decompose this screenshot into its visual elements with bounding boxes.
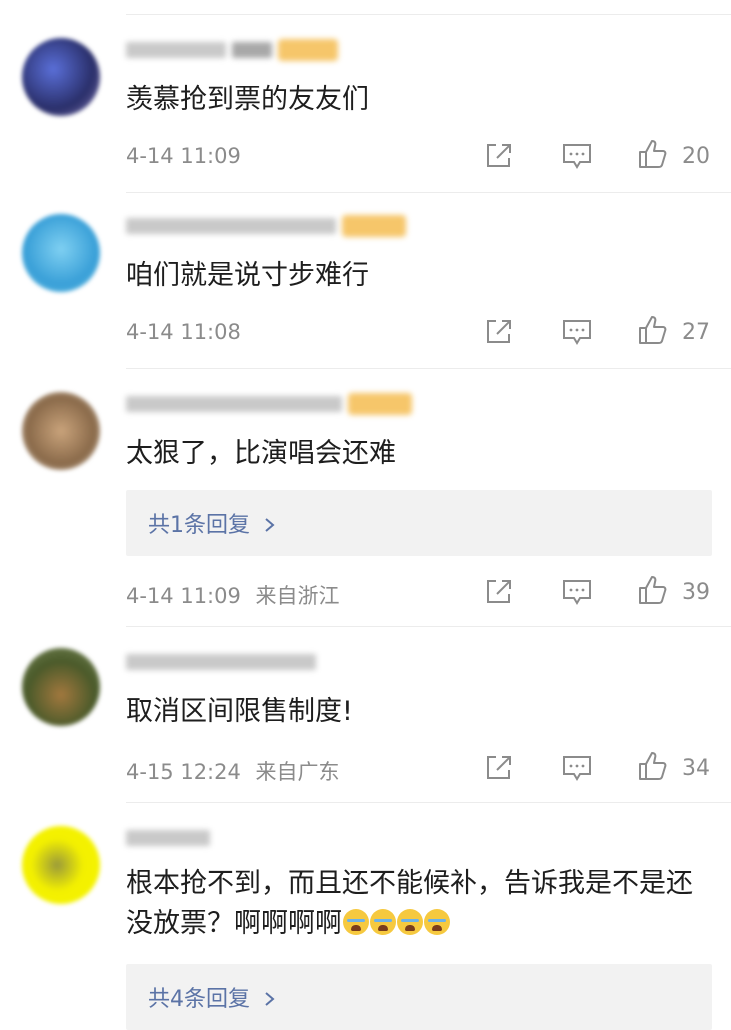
username[interactable] <box>126 38 338 62</box>
avatar[interactable] <box>22 392 100 470</box>
comment-time: 4-14 11:09 <box>126 584 241 608</box>
share-icon[interactable] <box>482 141 516 171</box>
crying-emoji-icon <box>397 909 423 935</box>
chevron-right-icon <box>257 513 277 538</box>
comment-icon[interactable] <box>560 577 594 607</box>
like-count: 34 <box>682 756 710 781</box>
username[interactable] <box>126 392 412 416</box>
comment-text: 咱们就是说寸步难行 <box>126 260 369 291</box>
like-count: 20 <box>682 144 710 169</box>
share-icon[interactable] <box>482 753 516 783</box>
comment-icon[interactable] <box>560 141 594 171</box>
view-replies-link[interactable]: 共4条回复 <box>148 981 277 1013</box>
comment-icon[interactable] <box>560 753 594 783</box>
reply-count-label: 共4条回复 <box>148 987 250 1012</box>
comment-icon[interactable] <box>560 317 594 347</box>
comment-text: 取消区间限售制度! <box>126 696 353 727</box>
comment-time: 4-14 11:08 <box>126 320 241 344</box>
username[interactable] <box>126 650 316 674</box>
crying-emoji-icon <box>424 909 450 935</box>
separator <box>126 626 731 627</box>
comment-time: 4-15 12:24 <box>126 760 241 784</box>
thumbs-up-icon[interactable] <box>636 315 670 345</box>
reply-preview-box[interactable]: 共1条回复 <box>126 490 712 556</box>
share-icon[interactable] <box>482 317 516 347</box>
share-icon[interactable] <box>482 577 516 607</box>
avatar[interactable] <box>22 38 100 116</box>
crying-emoji-icon <box>370 909 396 935</box>
comment-meta: 4-14 11:09 来自浙江 <box>126 580 340 610</box>
username[interactable] <box>126 826 210 850</box>
comment-meta: 4-15 12:24 来自广东 <box>126 756 340 786</box>
thumbs-up-icon[interactable] <box>636 139 670 169</box>
comment-text: 根本抢不到，而且还不能候补，告诉我是不是还没放票？啊啊啊啊 <box>126 864 711 944</box>
reply-count-label: 共1条回复 <box>148 513 250 538</box>
separator <box>126 802 731 803</box>
separator <box>126 14 731 15</box>
like-count: 39 <box>682 580 710 605</box>
crying-emoji-icon <box>343 909 369 935</box>
thumbs-up-icon[interactable] <box>636 575 670 605</box>
avatar[interactable] <box>22 826 100 904</box>
reply-preview-box[interactable]: 共4条回复 <box>126 964 712 1030</box>
comment-location: 来自广东 <box>255 760 340 784</box>
avatar[interactable] <box>22 214 100 292</box>
comment-text: 太狠了，比演唱会还难 <box>126 438 396 469</box>
avatar[interactable] <box>22 648 100 726</box>
comment-text: 羡慕抢到票的友友们 <box>126 84 369 115</box>
view-replies-link[interactable]: 共1条回复 <box>148 507 277 539</box>
separator <box>126 368 731 369</box>
like-count: 27 <box>682 320 710 345</box>
comment-location: 来自浙江 <box>255 584 340 608</box>
username[interactable] <box>126 214 406 238</box>
chevron-right-icon <box>257 987 277 1012</box>
thumbs-up-icon[interactable] <box>636 751 670 781</box>
separator <box>126 192 731 193</box>
comment-time: 4-14 11:09 <box>126 144 241 168</box>
